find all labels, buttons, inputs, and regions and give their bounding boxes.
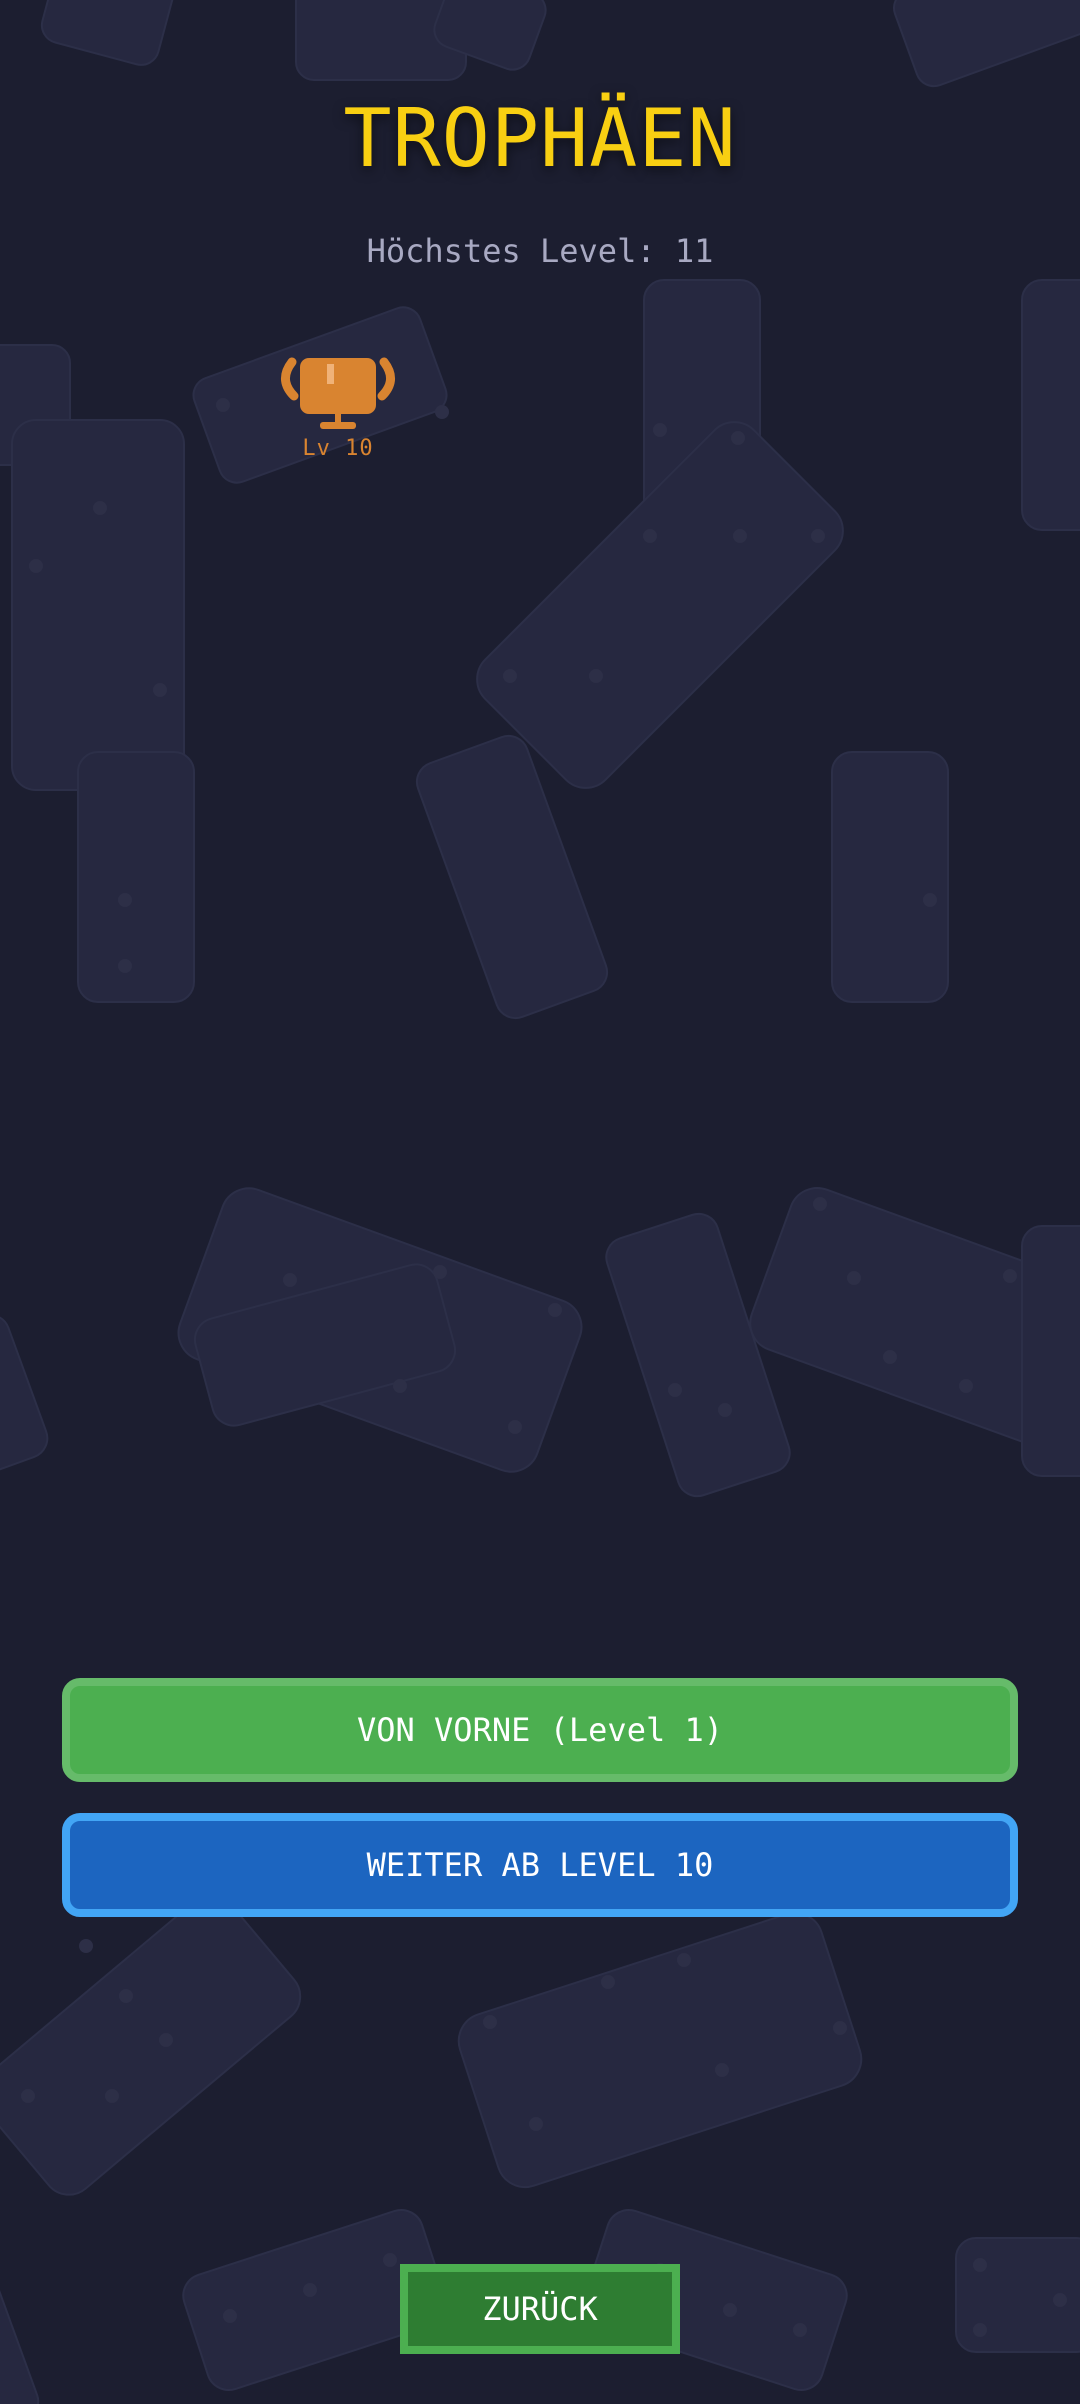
restart-button[interactable]: VON VORNE (Level 1) (62, 1678, 1018, 1782)
highest-level-text: Höchstes Level: 11 (366, 232, 714, 270)
page-title: TROPHÄEN (343, 92, 737, 185)
trophy-icon (281, 357, 395, 429)
background-dominoes (0, 0, 1080, 2404)
trophy-level-label: Lv 10 (302, 436, 374, 461)
continue-button[interactable]: WEITER AB LEVEL 10 (62, 1813, 1018, 1917)
back-button[interactable]: ZURÜCK (400, 2264, 680, 2354)
trophy-item: Lv 10 (276, 354, 400, 461)
